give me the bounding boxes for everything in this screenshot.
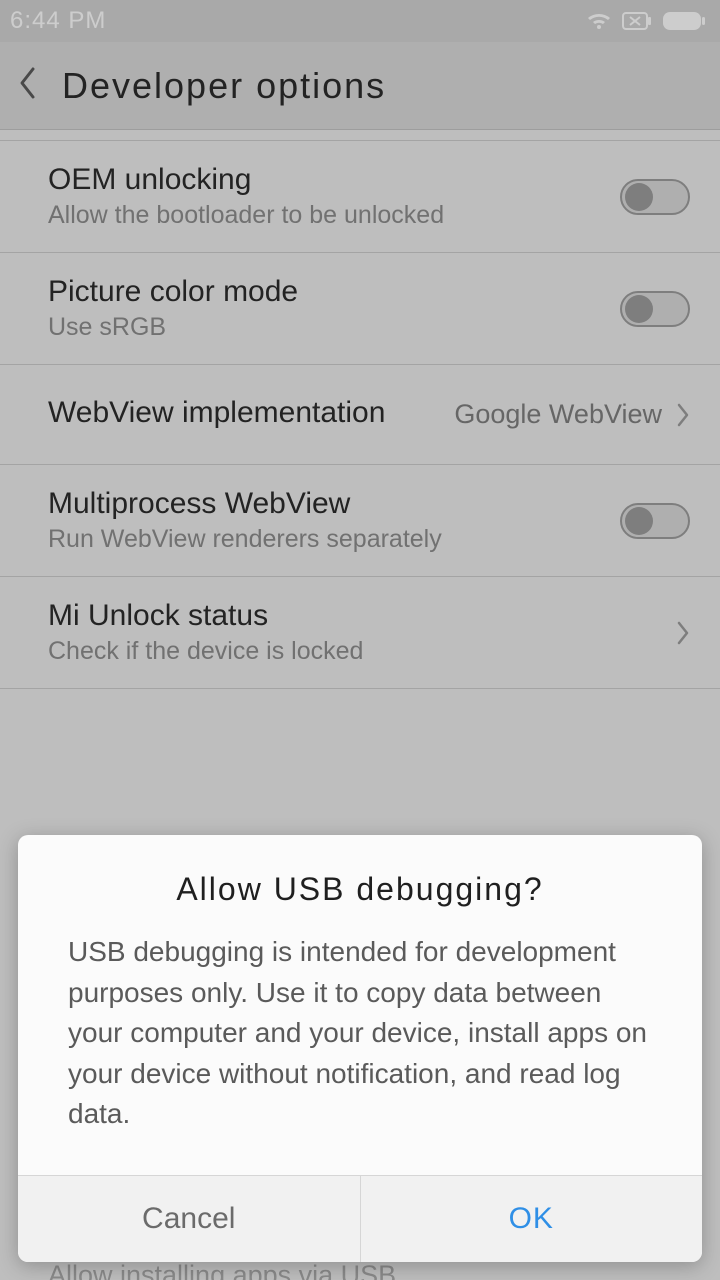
row-title: Mi Unlock status <box>48 599 676 633</box>
chevron-right-icon <box>676 402 690 428</box>
toggle-oem-unlocking[interactable] <box>620 179 690 215</box>
toggle-picture-color-mode[interactable] <box>620 291 690 327</box>
row-subtitle: Allow the bootloader to be unlocked <box>48 201 620 230</box>
row-multiprocess-webview[interactable]: Multiprocess WebView Run WebView rendere… <box>0 465 720 577</box>
row-mi-unlock-status[interactable]: Mi Unlock status Check if the device is … <box>0 577 720 689</box>
wifi-icon <box>586 11 612 31</box>
header: Developer options <box>0 42 720 130</box>
row-title: OEM unlocking <box>48 163 620 197</box>
dialog-body: USB debugging is intended for developmen… <box>18 926 702 1175</box>
row-picture-color-mode[interactable]: Picture color mode Use sRGB <box>0 253 720 365</box>
usb-debugging-dialog: Allow USB debugging? USB debugging is in… <box>18 835 702 1262</box>
dialog-actions: Cancel OK <box>18 1175 702 1262</box>
row-title: Picture color mode <box>48 275 620 309</box>
ok-button[interactable]: OK <box>361 1176 703 1262</box>
chevron-right-icon <box>676 620 690 646</box>
settings-list: OEM unlocking Allow the bootloader to be… <box>0 140 720 689</box>
cancel-button[interactable]: Cancel <box>18 1176 361 1262</box>
status-bar: 6:44 PM <box>0 0 720 42</box>
row-webview-implementation[interactable]: WebView implementation Google WebView <box>0 365 720 465</box>
row-value: Google WebView <box>454 399 662 430</box>
battery-x-icon <box>622 12 652 30</box>
row-subtitle: Run WebView renderers separately <box>48 525 620 554</box>
dialog-title: Allow USB debugging? <box>18 835 702 926</box>
row-subtitle: Check if the device is locked <box>48 637 676 666</box>
row-peek: Allow installing apps via USB <box>0 1262 720 1280</box>
row-title: Multiprocess WebView <box>48 487 620 521</box>
page-title: Developer options <box>62 65 386 107</box>
toggle-multiprocess-webview[interactable] <box>620 503 690 539</box>
battery-icon <box>662 11 706 31</box>
row-oem-unlocking[interactable]: OEM unlocking Allow the bootloader to be… <box>0 140 720 253</box>
row-title: WebView implementation <box>48 396 454 430</box>
row-subtitle: Use sRGB <box>48 313 620 342</box>
back-icon[interactable] <box>18 66 38 105</box>
status-icons <box>586 11 706 31</box>
status-time: 6:44 PM <box>10 7 106 35</box>
